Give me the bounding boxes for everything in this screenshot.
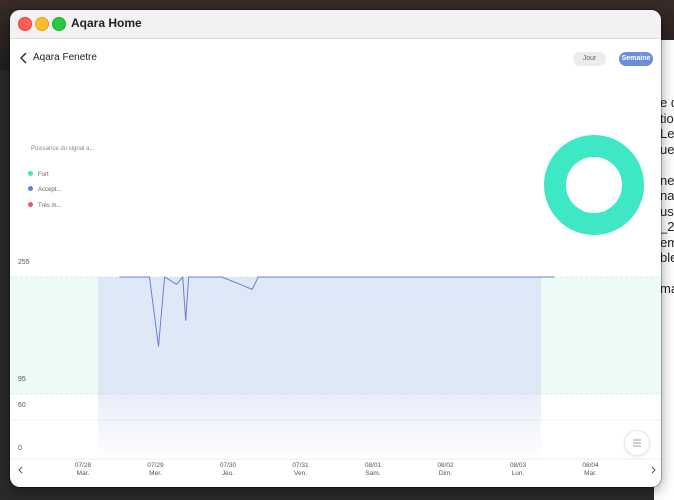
x-tick-date: 08/03 [509,462,527,469]
tab-semaine[interactable]: Semaine [619,52,653,66]
legend-title: Puissance du signal a... [31,146,95,152]
signal-chart [10,275,661,460]
zoom-window-button[interactable] [52,17,66,31]
previous-week-button[interactable] [16,462,26,474]
y-tick-label: 255 [18,259,30,266]
background-text-line: nei [660,172,674,188]
x-tick-date: 07/31 [292,462,309,469]
back-button[interactable] [17,50,31,66]
minimize-window-button[interactable] [35,17,49,31]
background-text-line: Le [660,126,674,141]
x-tick-day: Sam. [365,470,381,477]
x-tick-label: 07/30 Jeu. [208,462,248,478]
x-tick-day: Mer. [149,470,162,477]
tab-jour[interactable]: Jour [573,52,606,66]
chart-menu-button[interactable] [624,430,650,456]
background-text-line: ble [660,250,674,265]
data-range-fill [98,277,541,394]
legend-dot [28,186,33,191]
close-window-button[interactable] [18,17,32,31]
legend-dot [28,171,33,176]
x-tick-label: 08/01 Sam. [353,462,393,478]
hamburger-menu-icon [633,439,641,447]
legend-item-fort: Fort [28,171,49,179]
background-text-line: nab [660,188,674,203]
chevron-left-icon [18,466,23,474]
legend-label: Fort [38,172,49,179]
donut-percent-label: 100.0 % [582,208,606,214]
app-title: Aqara Home [71,16,142,30]
x-tick-date: 08/02 [437,462,454,469]
background-text-line: e q [660,95,674,110]
x-tick-date: 08/01 [364,462,382,469]
x-tick-day: Lun. [511,470,525,477]
background-text-line: ma [660,281,674,296]
data-range-fill-lower [98,394,541,460]
signal-donut-chart [544,135,644,235]
x-tick-day: Ven. [293,470,307,477]
chevron-left-icon [19,52,27,64]
legend-label: Accept... [38,187,62,194]
x-tick-label: 07/31 Ven. [281,462,321,478]
x-tick-day: Mar. [584,470,597,477]
legend-item-acceptable: Accept... [28,186,62,194]
x-tick-label: 08/04 Mar. [571,462,611,478]
background-text-line: em [660,234,674,250]
y-tick-label: 60 [18,402,26,409]
x-tick-label: 08/03 Lun. [498,462,538,478]
chevron-right-icon [651,466,656,474]
legend-item-tres-mauvais: Très m... [28,202,62,210]
legend-label: Très m... [38,203,62,210]
legend-dot [28,202,33,207]
background-text: e qtioLeue neinabusi_26emble ma [660,95,674,297]
next-week-button[interactable] [648,462,658,474]
x-tick-label: 07/29 Mer. [136,462,176,478]
title-bar: Aqara Home [10,10,661,39]
y-tick-label: 95 [18,376,26,383]
app-window: Aqara Home Aqara Fenetre Jour Semaine Pu… [10,10,661,487]
background-text-line: _26 [660,219,674,234]
x-tick-day: Jeu. [221,470,235,477]
x-tick-date: 07/30 [219,462,237,469]
background-text-line: usi [660,203,674,219]
x-tick-day: Mar. [76,470,90,477]
x-tick-day: Dim. [438,470,453,477]
background-text-line [660,266,674,282]
x-tick-label: 08/02 Dim. [426,462,466,478]
x-tick-date: 08/04 [582,462,599,469]
x-tick-date: 07/29 [147,462,164,469]
y-tick-label: 0 [18,445,22,452]
background-text-line: tio [660,110,674,126]
background-text-line [660,157,674,173]
page-title: Aqara Fenetre [33,52,97,63]
x-tick-label: 07/28 Mar. [63,462,103,478]
background-text-line: ue [660,141,674,157]
x-tick-date: 07/28 [74,462,92,469]
